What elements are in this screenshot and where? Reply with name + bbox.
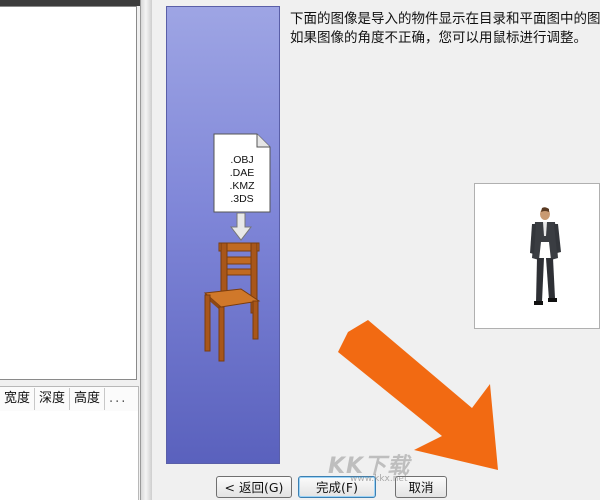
column-header-more[interactable]: ... — [105, 388, 131, 410]
file-format-3ds: .3DS — [230, 193, 253, 205]
file-document-icon: .OBJ .DAE .KMZ .3DS — [213, 133, 271, 213]
watermark-url: www.kkx.net — [350, 474, 408, 484]
model-preview[interactable] — [474, 183, 600, 329]
column-header-depth[interactable]: 深度 — [35, 388, 71, 410]
catalog-pane: 宽度 深度 高度 ... — [0, 0, 140, 500]
column-header-width[interactable]: 宽度 — [0, 388, 36, 410]
furniture-table-body[interactable] — [0, 411, 139, 500]
wizard-instruction: 下面的图像是导入的物件显示在目录和平面图中的图 如果图像的角度不正确，您可以用鼠… — [290, 10, 600, 48]
instruction-line-1: 下面的图像是导入的物件显示在目录和平面图中的图 — [290, 11, 600, 27]
furniture-table-header: 宽度 深度 高度 ... — [0, 386, 139, 412]
file-format-kmz: .KMZ — [229, 180, 255, 192]
chair-icon — [203, 242, 261, 362]
back-button[interactable]: < 返回(G) — [216, 476, 292, 498]
file-format-dae: .DAE — [230, 167, 255, 179]
file-format-obj: .OBJ — [230, 154, 253, 166]
instruction-line-2: 如果图像的角度不正确，您可以用鼠标进行调整。 — [290, 30, 587, 46]
import-furniture-wizard: .OBJ .DAE .KMZ .3DS 下面的图像是导入的物件显示在目录和平面图… — [152, 0, 600, 500]
person-model-icon — [530, 207, 561, 305]
wizard-side-banner: .OBJ .DAE .KMZ .3DS — [166, 6, 280, 464]
arrow-down-icon — [230, 213, 252, 241]
catalog-tree[interactable] — [0, 6, 137, 380]
column-header-height[interactable]: 高度 — [70, 388, 106, 410]
